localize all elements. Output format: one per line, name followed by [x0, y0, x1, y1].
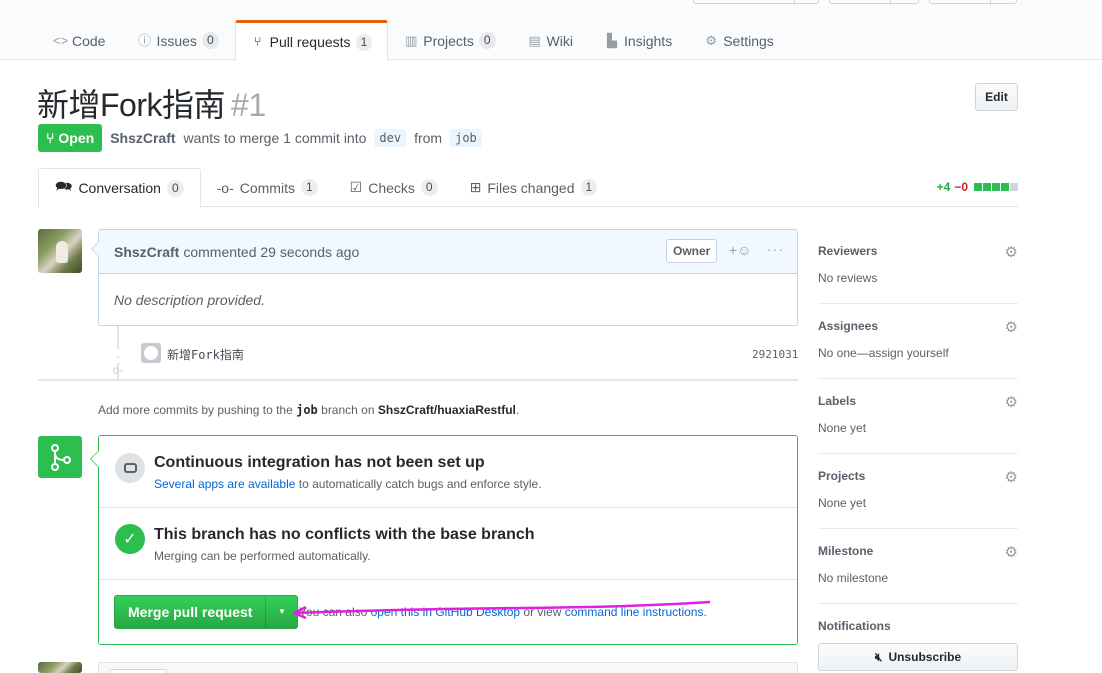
comment-body: No description provided. [114, 292, 265, 308]
sidebar-item-milestone: Milestone ⚙ No milestone [818, 529, 1018, 604]
nav-settings[interactable]: ⚙ Settings [688, 20, 790, 60]
project-icon: ▥ [405, 32, 418, 48]
nav-insights[interactable]: ▙ Insights [589, 20, 688, 60]
projects-counter: 0 [478, 32, 496, 49]
conversation-counter: 0 [166, 179, 184, 197]
conflict-title: This branch has no conflicts with the ba… [154, 526, 535, 543]
from-text: from [414, 130, 443, 146]
sidebar: Reviewers ⚙ No reviews Assignees ⚙ No on… [818, 229, 1018, 673]
commits-counter: 1 [300, 179, 318, 196]
commit-avatar[interactable] [141, 343, 161, 363]
pr-title-text: 新增Fork指南 [37, 87, 226, 123]
diff-icon: ⊞ [469, 179, 482, 195]
nav-projects[interactable]: ▥ Projects 0 [388, 20, 511, 60]
checklist-icon: ☑ [349, 179, 363, 195]
conflict-subtitle: Merging can be performed automatically. [154, 549, 371, 563]
tab-files-changed[interactable]: ⊞ Files changed 1 [454, 168, 614, 207]
octocat-icon [144, 346, 158, 360]
commit-sha[interactable]: 2921031 [752, 348, 798, 361]
mute-icon: 🔇︎ [874, 649, 883, 664]
comment-header: ShszCraft commented 29 seconds ago Owner… [99, 230, 797, 274]
push-branch: job [296, 403, 318, 417]
deletions: −0 [954, 180, 968, 194]
checks-counter: 0 [420, 179, 438, 196]
git-merge-icon [38, 436, 82, 478]
avatar[interactable] [38, 662, 82, 673]
check-icon: ✓ [115, 524, 145, 554]
diffstat: +4 −0 [937, 180, 1018, 194]
comment-form [98, 662, 798, 673]
avatar[interactable] [38, 229, 82, 273]
nav-code[interactable]: <> Code [37, 20, 121, 60]
gear-icon[interactable]: ⚙ [1005, 543, 1018, 561]
repo-link[interactable]: ShszCraft/huaxiaRestful [378, 403, 516, 417]
merge-pull-request-button[interactable]: Merge pull request ▼ [114, 595, 299, 629]
timeline-divider [38, 379, 798, 381]
ci-status-section: Continuous integration has not been set … [99, 436, 797, 508]
comment-box: ShszCraft commented 29 seconds ago Owner… [91, 229, 798, 326]
diffstat-blocks [974, 183, 1018, 191]
pr-tabs: 🗪 Conversation 0 -o- Commits 1 ☑ Checks 0 ⊞ Fil… [38, 168, 1018, 208]
comment-author[interactable]: ShszCraft [114, 244, 179, 260]
merge-button-label[interactable]: Merge pull request [115, 596, 265, 628]
status-badge: ⑂ Open [38, 124, 103, 152]
ci-icon [115, 453, 145, 483]
watch-button[interactable] [693, 0, 819, 5]
comment-timestamp[interactable]: commented 29 seconds ago [183, 244, 359, 260]
commit-message[interactable]: 新增Fork指南 [167, 346, 244, 363]
apps-link[interactable]: Several apps are available [154, 477, 295, 491]
issue-icon: ⓘ [137, 32, 151, 48]
sidebar-item-assignees: Assignees ⚙ No one—assign yourself [818, 304, 1018, 379]
issues-counter: 0 [201, 32, 219, 49]
pull-request-icon: ⑂ [253, 34, 262, 49]
tab-conversation[interactable]: 🗪 Conversation 0 [38, 168, 201, 208]
ci-subtitle: Several apps are available to automatica… [154, 477, 542, 491]
nav-wiki[interactable]: ▤ Wiki [512, 20, 589, 60]
git-commit-icon: -o- [111, 349, 125, 377]
more-options-icon[interactable]: ··· [767, 241, 784, 257]
gear-icon: ⚙ [705, 32, 718, 48]
merge-text: wants to merge 1 commit into [183, 130, 367, 146]
gear-icon[interactable]: ⚙ [1005, 318, 1018, 336]
pull-requests-counter: 1 [355, 33, 373, 51]
pr-number: #1 [231, 87, 266, 123]
star-button[interactable] [829, 0, 919, 5]
repo-action-buttons [693, 0, 1017, 5]
git-commit-icon: -o- [216, 179, 234, 196]
pr-meta: ⑂ Open ShszCraft wants to merge 1 commit … [38, 124, 482, 152]
nav-pull-requests[interactable]: ⑂ Pull requests 1 [234, 20, 389, 61]
edit-button[interactable]: Edit [975, 83, 1018, 111]
conflict-status-section: ✓ This branch has no conflicts with the … [99, 508, 797, 580]
files-changed-counter: 1 [580, 179, 598, 196]
comment-discussion-icon: 🗪 [55, 178, 73, 194]
add-reaction-icon[interactable]: +☺ [729, 242, 751, 258]
write-tab[interactable] [109, 669, 167, 673]
graph-icon: ▙ [606, 32, 617, 48]
repo-nav: <> Code ⓘ Issues 0 ⑂ Pull requests 1 ▥ Project… [37, 20, 790, 61]
base-branch[interactable]: dev [374, 129, 407, 147]
sidebar-item-reviewers: Reviewers ⚙ No reviews [818, 229, 1018, 304]
gear-icon[interactable]: ⚙ [1005, 468, 1018, 486]
pull-request-icon: ⑂ [46, 130, 55, 146]
push-hint: Add more commits by pushing to the job b… [98, 403, 520, 417]
annotation-arrow [293, 600, 711, 620]
page-title: 新增Fork指南 #1 [37, 80, 266, 126]
additions: +4 [936, 180, 951, 194]
sidebar-item-labels: Labels ⚙ None yet [818, 379, 1018, 454]
tab-commits[interactable]: -o- Commits 1 [201, 168, 334, 207]
fork-button[interactable] [929, 0, 1017, 5]
gear-icon[interactable]: ⚙ [1005, 243, 1018, 261]
nav-issues[interactable]: ⓘ Issues 0 [121, 20, 234, 60]
author-link[interactable]: ShszCraft [110, 130, 175, 146]
book-icon: ▤ [528, 32, 541, 48]
head-branch[interactable]: job [450, 129, 482, 147]
gear-icon[interactable]: ⚙ [1005, 393, 1018, 411]
tab-checks[interactable]: ☑ Checks 0 [334, 168, 454, 207]
ci-title: Continuous integration has not been set … [154, 454, 485, 471]
owner-badge: Owner [666, 239, 718, 263]
sidebar-item-projects: Projects ⚙ None yet [818, 454, 1018, 529]
code-icon: <> [53, 32, 69, 48]
repo-header: <> Code ⓘ Issues 0 ⑂ Pull requests 1 ▥ Project… [0, 0, 1102, 61]
unsubscribe-button[interactable]: 🔇︎ Unsubscribe [818, 643, 1018, 671]
